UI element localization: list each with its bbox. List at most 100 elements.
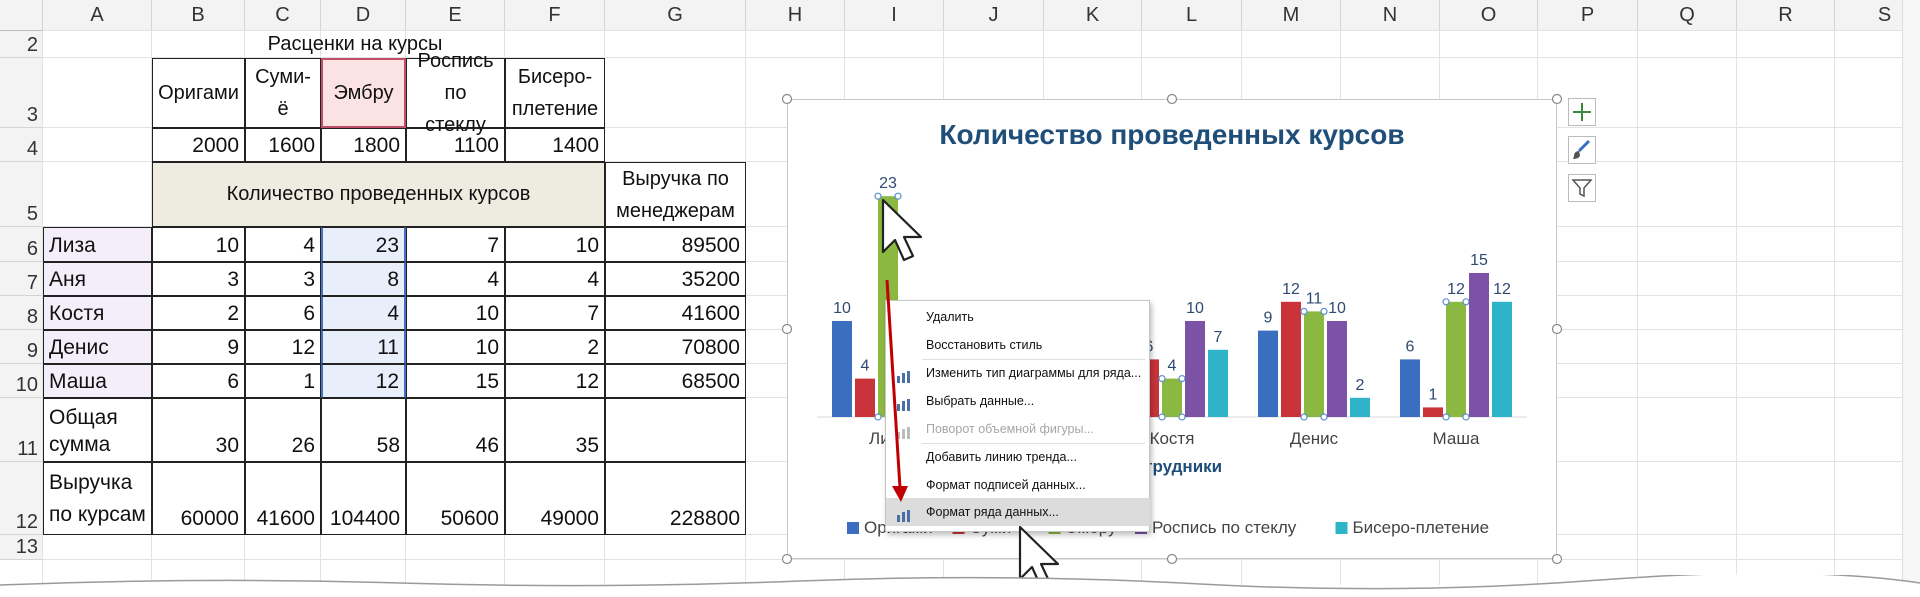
row-header-10[interactable]: 10	[0, 364, 43, 398]
selection-handle[interactable]	[1320, 413, 1328, 421]
chart-resize-handle[interactable]	[781, 323, 793, 335]
course-revenue-cell[interactable]: 104400	[321, 462, 406, 535]
bar-Суми-ё-Денис[interactable]	[1281, 301, 1301, 417]
column-header-O[interactable]: O	[1440, 0, 1538, 31]
selection-handle[interactable]	[874, 413, 882, 421]
data-label[interactable]: 12	[1282, 281, 1300, 298]
manager-name-cell[interactable]: Маша	[43, 364, 152, 398]
bar-Оригами-Лиза[interactable]	[832, 321, 852, 417]
selection-handle[interactable]	[1158, 413, 1166, 421]
data-label[interactable]: 10	[1328, 300, 1346, 317]
selection-handle[interactable]	[1462, 298, 1470, 306]
bar-Роспись по стеклу-Костя[interactable]	[1185, 321, 1205, 417]
course-header-cell[interactable]: Эмбру	[321, 58, 406, 128]
data-label[interactable]: 10	[833, 300, 851, 317]
context-menu-item[interactable]: Восстановить стиль	[886, 331, 1150, 359]
manager-revenue-cell[interactable]: 70800	[605, 330, 746, 364]
selection-handle[interactable]	[874, 192, 882, 200]
selection-handle[interactable]	[1300, 307, 1308, 315]
bar-Бисеро-плетение-Костя[interactable]	[1208, 349, 1228, 417]
column-header-E[interactable]: E	[406, 0, 505, 31]
column-header-P[interactable]: P	[1538, 0, 1638, 31]
column-header-G[interactable]: G	[605, 0, 746, 31]
column-header-H[interactable]: H	[746, 0, 845, 31]
column-header-M[interactable]: M	[1242, 0, 1341, 31]
context-menu-item[interactable]: Формат подписей данных...	[886, 471, 1150, 499]
chart-resize-handle[interactable]	[1551, 323, 1563, 335]
data-label[interactable]: 9	[1264, 310, 1273, 327]
data-label[interactable]: 1	[1429, 386, 1438, 403]
bar-Оригами-Денис[interactable]	[1258, 330, 1278, 417]
bar-Роспись по стеклу-Маша[interactable]	[1469, 273, 1489, 417]
column-header-I[interactable]: I	[845, 0, 944, 31]
column-header-D[interactable]: D	[321, 0, 406, 31]
bar-Эмбру-Маша[interactable]	[1446, 301, 1466, 417]
row-header-11[interactable]: 11	[0, 398, 43, 462]
count-cell[interactable]: 2	[505, 330, 605, 364]
chart-title[interactable]: Количество проведенных курсов	[939, 119, 1404, 150]
prices-title-cell[interactable]: Расценки на курсы	[268, 31, 443, 58]
course-header-cell[interactable]: Оригами	[152, 58, 245, 128]
count-cell[interactable]: 12	[321, 364, 406, 398]
row-header-5[interactable]: 5	[0, 162, 43, 227]
bar-Роспись по стеклу-Денис[interactable]	[1327, 321, 1347, 417]
course-header-cell[interactable]: Суми-ё	[245, 58, 321, 128]
price-cell[interactable]: 2000	[152, 128, 245, 162]
price-cell[interactable]: 1400	[505, 128, 605, 162]
count-cell[interactable]: 9	[152, 330, 245, 364]
count-cell[interactable]: 10	[152, 227, 245, 262]
manager-revenue-cell[interactable]: 35200	[605, 262, 746, 296]
count-cell[interactable]: 23	[321, 227, 406, 262]
count-cell[interactable]: 7	[406, 227, 505, 262]
vertical-scrollbar-edge[interactable]	[1902, 0, 1920, 585]
manager-revenue-cell[interactable]: 68500	[605, 364, 746, 398]
total-revenue-empty-cell[interactable]	[605, 398, 746, 462]
column-header-A[interactable]: A	[43, 0, 152, 31]
price-cell[interactable]: 1800	[321, 128, 406, 162]
selection-handle[interactable]	[1442, 413, 1450, 421]
chart-resize-handle[interactable]	[1551, 93, 1563, 105]
chart-resize-handle[interactable]	[1166, 93, 1178, 105]
manager-revenue-cell[interactable]: 41600	[605, 296, 746, 330]
data-label[interactable]: 12	[1493, 281, 1511, 298]
count-cell[interactable]: 8	[321, 262, 406, 296]
data-label[interactable]: 12	[1447, 281, 1465, 298]
bar-Эмбру-Денис[interactable]	[1304, 311, 1324, 417]
row-header-2[interactable]: 2	[0, 31, 43, 58]
course-header-cell[interactable]: Бисеро-плетение	[505, 58, 605, 128]
context-menu-item[interactable]: Изменить тип диаграммы для ряда...	[886, 359, 1150, 387]
manager-name-cell[interactable]: Денис	[43, 330, 152, 364]
data-label[interactable]: 15	[1470, 252, 1488, 269]
row-header-4[interactable]: 4	[0, 128, 43, 162]
data-label[interactable]: 7	[1214, 329, 1223, 346]
column-header-B[interactable]: B	[152, 0, 245, 31]
data-label[interactable]: 11	[1306, 290, 1323, 307]
course-revenue-label-cell[interactable]: Выручка по курсам	[43, 462, 152, 535]
count-cell[interactable]: 4	[505, 262, 605, 296]
selection-handle[interactable]	[894, 192, 902, 200]
bar-Эмбру-Костя[interactable]	[1162, 378, 1182, 417]
manager-name-cell[interactable]: Лиза	[43, 227, 152, 262]
row-header-12[interactable]: 12	[0, 462, 43, 535]
count-cell[interactable]: 11	[321, 330, 406, 364]
row-header-13[interactable]: 13	[0, 535, 43, 560]
manager-revenue-cell[interactable]: 89500	[605, 227, 746, 262]
data-label[interactable]: 4	[861, 358, 870, 375]
context-menu-item[interactable]: Выбрать данные...	[886, 387, 1150, 415]
count-cell[interactable]: 4	[406, 262, 505, 296]
context-menu-item[interactable]: Удалить	[886, 303, 1150, 331]
course-revenue-cell[interactable]: 41600	[245, 462, 321, 535]
row-header-3[interactable]: 3	[0, 58, 43, 128]
total-cell[interactable]: 26	[245, 398, 321, 462]
column-header-C[interactable]: C	[245, 0, 321, 31]
selection-handle[interactable]	[1320, 307, 1328, 315]
selection-handle[interactable]	[1442, 298, 1450, 306]
selection-handle[interactable]	[1158, 375, 1166, 383]
row-header-9[interactable]: 9	[0, 330, 43, 364]
chart-elements-button[interactable]	[1568, 98, 1596, 126]
chart-resize-handle[interactable]	[781, 553, 793, 565]
grand-total-cell[interactable]: 228800	[605, 462, 746, 535]
chart-resize-handle[interactable]	[1166, 553, 1178, 565]
count-cell[interactable]: 6	[245, 296, 321, 330]
column-header-N[interactable]: N	[1341, 0, 1440, 31]
